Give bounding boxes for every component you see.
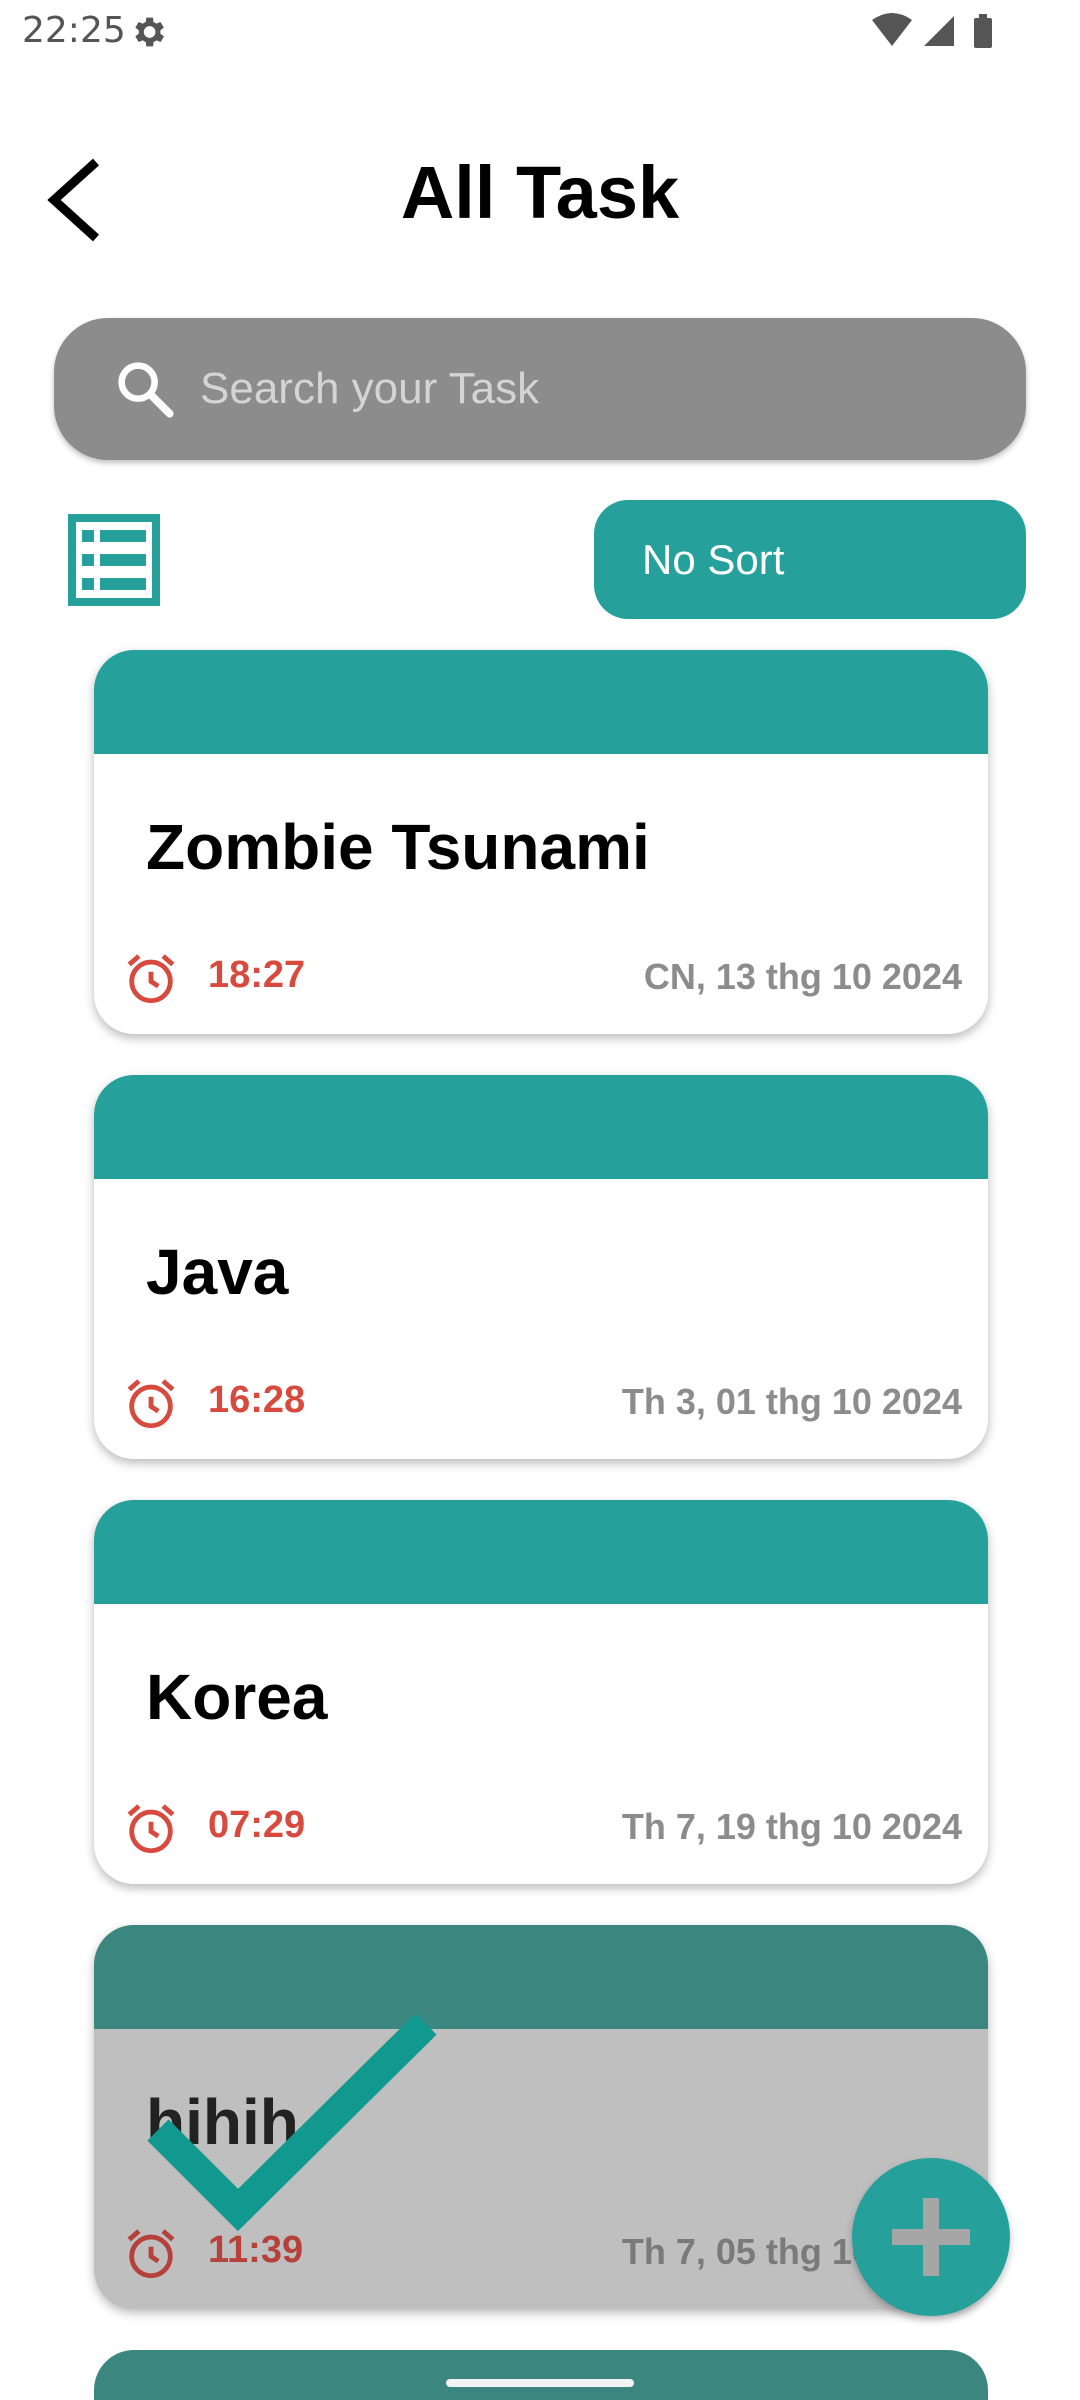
plus-icon bbox=[892, 2198, 970, 2276]
card-header bbox=[94, 1500, 988, 1604]
status-bar: 22:25 bbox=[0, 0, 1080, 64]
search-icon bbox=[118, 362, 174, 418]
page-title: All Task bbox=[400, 151, 680, 234]
task-title: Zombie Tsunami bbox=[146, 811, 650, 883]
sort-button[interactable]: No Sort bbox=[594, 500, 1026, 619]
task-time: 16:28 bbox=[208, 1379, 306, 1421]
checkmark-icon bbox=[147, 2013, 437, 2232]
list-view-icon bbox=[68, 514, 160, 606]
cellular-signal-icon bbox=[924, 16, 954, 46]
task-date: Th 3, 01 thg 10 2024 bbox=[621, 1381, 962, 1422]
task-list-screen: 22:25 All Task Search your Task No Sort … bbox=[0, 0, 1080, 2400]
search-input[interactable] bbox=[200, 344, 980, 434]
alarm-clock-icon bbox=[127, 1804, 175, 1854]
alarm-clock-icon bbox=[127, 954, 175, 1004]
task-date: Th 7, 19 thg 10 2024 bbox=[621, 1806, 962, 1847]
task-time: 07:29 bbox=[208, 1804, 306, 1846]
battery-icon bbox=[974, 18, 992, 48]
task-time: 18:27 bbox=[208, 954, 306, 996]
task-card-partial[interactable] bbox=[94, 2350, 988, 2400]
status-indicators bbox=[872, 13, 992, 48]
status-time: 22:25 bbox=[22, 10, 126, 51]
task-card[interactable]: Korea 07:29 Th 7, 19 thg 10 2024 bbox=[94, 1500, 988, 1884]
gesture-nav-handle[interactable] bbox=[446, 2379, 634, 2387]
search-bar[interactable] bbox=[54, 318, 1026, 460]
task-title: Java bbox=[146, 1236, 289, 1308]
task-card[interactable]: Java 16:28 Th 3, 01 thg 10 2024 bbox=[94, 1075, 988, 1459]
card-header bbox=[94, 650, 988, 754]
card-header bbox=[94, 1075, 988, 1179]
add-task-button[interactable] bbox=[852, 2158, 1010, 2316]
task-date: CN, 13 thg 10 2024 bbox=[643, 956, 962, 997]
wifi-icon bbox=[872, 13, 912, 46]
task-card[interactable]: Zombie Tsunami 18:27 CN, 13 thg 10 2024 bbox=[94, 650, 988, 1034]
settings-gear-icon bbox=[135, 17, 164, 47]
alarm-clock-icon bbox=[127, 1379, 175, 1429]
task-title: Korea bbox=[146, 1661, 328, 1733]
list-view-toggle[interactable] bbox=[68, 514, 160, 606]
